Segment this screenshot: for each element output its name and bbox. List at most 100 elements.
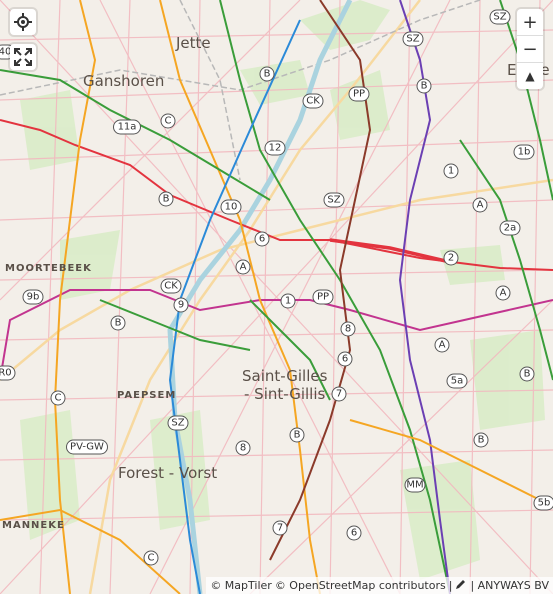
route-badge: A — [235, 259, 251, 275]
fullscreen-control[interactable] — [10, 44, 36, 70]
route-badge-label: A — [240, 262, 247, 273]
route-badge: PP — [348, 86, 370, 102]
place-saint-gilles: Saint-Gilles — [242, 367, 328, 385]
route-badge: B — [289, 427, 305, 443]
route-badge-label: C — [148, 553, 155, 564]
route-badge-label: 8 — [345, 324, 351, 335]
route-badge-label: CK — [306, 96, 320, 107]
route-badge-label: B — [524, 369, 531, 380]
route-badge-label: A — [439, 340, 446, 351]
route-badge: CK — [160, 278, 182, 294]
route-badge: 5a — [446, 373, 468, 389]
place-forest-vorst: Forest - Vorst — [118, 464, 217, 482]
route-badge-label: 1 — [285, 296, 291, 307]
route-badge-label: 6 — [342, 354, 348, 365]
route-badge-label: C — [55, 393, 62, 404]
pencil-icon[interactable] — [455, 578, 467, 593]
route-badge-label: B — [264, 69, 271, 80]
route-badge-label: MM — [406, 480, 423, 491]
route-badge: B — [519, 366, 535, 382]
map-canvas[interactable]: Jette Ganshoren Evere MOORTEBEEK PAEPSEM… — [0, 0, 553, 594]
route-badge: PP — [312, 289, 334, 305]
route-badge-label: 12 — [269, 143, 282, 154]
route-badge: 7 — [272, 520, 288, 536]
route-badge: 9b — [22, 289, 44, 305]
attribution-separator: | — [448, 579, 453, 592]
route-badge-label: B — [163, 194, 170, 205]
route-badge: 8 — [340, 321, 356, 337]
place-manneke: MANNEKE — [2, 520, 65, 531]
route-badge: 1b — [513, 144, 535, 160]
zoom-in-button[interactable]: + — [517, 9, 543, 35]
place-paepsem: PAEPSEM — [117, 390, 176, 401]
route-badge: PV-GW — [66, 439, 108, 455]
route-badge-label: 5a — [451, 376, 464, 387]
route-badge: 1 — [443, 163, 459, 179]
route-badge: MM — [404, 477, 426, 493]
route-badge-label: 7 — [277, 523, 283, 534]
route-badge-label: 8 — [240, 443, 246, 454]
route-badge-label: B — [421, 81, 428, 92]
attribution-maptiler[interactable]: © MapTiler — [210, 579, 272, 592]
route-badge: SZ — [323, 192, 345, 208]
route-badge-label: 6 — [259, 234, 265, 245]
zoom-out-button[interactable]: − — [517, 35, 543, 62]
route-badge: 6 — [346, 525, 362, 541]
expand-icon[interactable] — [10, 44, 36, 70]
route-badge-label: 6 — [351, 528, 357, 539]
route-badge-label: 7 — [336, 389, 342, 400]
route-badge: B — [110, 315, 126, 331]
route-badge: SZ — [402, 31, 424, 47]
place-ganshoren: Ganshoren — [83, 72, 164, 90]
route-badge: 2a — [499, 220, 521, 236]
route-badge-label: PP — [317, 292, 329, 303]
route-badge: B — [416, 78, 432, 94]
route-badge: CK — [302, 93, 324, 109]
route-badge-label: C — [165, 116, 172, 127]
route-badge: B — [473, 432, 489, 448]
route-badge-label: A — [500, 288, 507, 299]
route-badge-label: A — [477, 200, 484, 211]
route-badge-label: B — [478, 435, 485, 446]
geolocate-control[interactable] — [10, 9, 36, 35]
route-badge-label: CK — [164, 281, 178, 292]
route-badge: 9 — [173, 297, 189, 313]
place-sint-gillis: - Sint-Gillis — [244, 385, 326, 403]
route-badge-label: SZ — [171, 418, 184, 429]
route-badge-label: PP — [353, 89, 365, 100]
attribution-bar: © MapTiler © OpenStreetMap contributors … — [206, 577, 553, 594]
route-badge: 10 — [220, 199, 242, 215]
route-badge: A — [434, 337, 450, 353]
attribution-anyways[interactable]: | ANYWAYS BV — [470, 579, 549, 592]
crosshair-icon[interactable] — [10, 9, 36, 35]
route-badge: 6 — [254, 231, 270, 247]
route-badge-label: 1b — [518, 147, 531, 158]
route-badge-label: 11a — [118, 122, 137, 133]
route-badge: A — [495, 285, 511, 301]
route-badge-label: 10 — [225, 202, 238, 213]
route-badge: 7 — [331, 386, 347, 402]
route-badge-label: B — [294, 430, 301, 441]
route-badge: C — [50, 390, 66, 406]
route-badge-label: 9 — [178, 300, 184, 311]
route-badge-label: 2 — [448, 253, 454, 264]
place-moortebeek: MOORTEBEEK — [5, 263, 92, 274]
attribution-osm[interactable]: © OpenStreetMap contributors — [275, 579, 446, 592]
route-badge: B — [259, 66, 275, 82]
route-badge: 6 — [337, 351, 353, 367]
route-badge-label: SZ — [327, 195, 340, 206]
route-badge: 8 — [235, 440, 251, 456]
route-badge-label: R0 — [0, 368, 12, 379]
route-badge: C — [160, 113, 176, 129]
route-badge: 5b — [533, 495, 553, 511]
route-badge: A — [472, 197, 488, 213]
navigation-control: + − ▲ — [517, 9, 543, 89]
route-badge: 1 — [280, 293, 296, 309]
route-badge-label: SZ — [406, 34, 419, 45]
route-badge: SZ — [489, 9, 511, 25]
route-badge-label: 9b — [27, 292, 40, 303]
route-badge: 2 — [443, 250, 459, 266]
route-badge: SZ — [167, 415, 189, 431]
route-badge-label: 1 — [448, 166, 454, 177]
compass-icon[interactable]: ▲ — [517, 62, 543, 89]
